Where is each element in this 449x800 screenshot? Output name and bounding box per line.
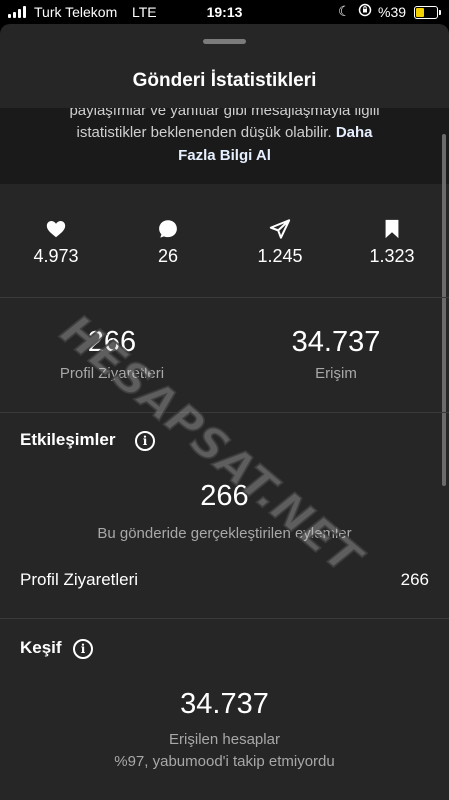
discovery-title: Keşif (20, 638, 62, 657)
profile-visits-label: Profil Ziyaretleri (59, 365, 165, 382)
interactions-title: Etkileşimler (20, 430, 116, 449)
insights-notice: paylaşımlar ve yanıtlar gibi mesajlaşmay… (0, 108, 449, 184)
learn-more-link[interactable]: Daha (336, 124, 373, 141)
share-icon (269, 219, 291, 239)
discovery-note: %97, yabumood'i takip etmiyordu (114, 753, 335, 770)
interactions-row-label: Profil Ziyaretleri (20, 570, 139, 589)
sheet-drag-handle[interactable] (203, 39, 246, 44)
notice-text-line1: paylaşımlar ve yanıtlar gibi mesajlaşmay… (69, 108, 380, 119)
status-bar: Turk Telekom LTE 19:13 ☾ %39 (0, 0, 449, 24)
saves-metric: 1.323 (342, 218, 442, 267)
interactions-row-value: 266 (400, 570, 429, 589)
interactions-value: 266 (200, 480, 249, 512)
sheet-title: Gönderi İstatistikleri (132, 70, 317, 91)
rotation-lock-icon (358, 3, 372, 20)
info-icon[interactable]: i (73, 639, 93, 659)
divider (0, 297, 449, 298)
scrollbar[interactable] (442, 134, 446, 486)
saves-count: 1.323 (369, 246, 415, 266)
divider (0, 412, 449, 413)
shares-count: 1.245 (257, 246, 303, 266)
likes-count: 4.973 (33, 246, 79, 266)
post-insights-sheet: Gönderi İstatistikleri paylaşımlar ve ya… (0, 24, 449, 800)
comments-count: 26 (157, 246, 179, 266)
discovery-subtitle: Erişilen hesaplar (169, 731, 280, 748)
comments-metric: 26 (118, 218, 218, 267)
battery-icon (414, 6, 441, 19)
info-icon[interactable]: i (135, 431, 155, 451)
profile-visits-summary: 266 Profil Ziyaretleri (12, 326, 212, 382)
bookmark-icon (385, 219, 399, 239)
discovery-value: 34.737 (180, 688, 269, 720)
notice-text-line2: istatistikler beklenenden düşük olabilir… (76, 124, 332, 141)
divider (0, 618, 449, 619)
comment-icon (159, 220, 177, 238)
shares-metric: 1.245 (230, 218, 330, 267)
learn-more-link-continued[interactable]: Fazla Bilgi Al (178, 147, 271, 164)
reach-label: Erişim (315, 365, 357, 382)
likes-metric: 4.973 (6, 218, 106, 267)
battery-fill (416, 8, 424, 17)
do-not-disturb-icon: ☾ (338, 3, 351, 19)
interactions-subtitle: Bu gönderide gerçekleştirilen eylemler (97, 525, 352, 542)
reach-summary: 34.737 Erişim (236, 326, 436, 382)
battery-percent: %39 (378, 4, 407, 20)
profile-visits-value: 266 (87, 326, 137, 358)
reach-value: 34.737 (291, 326, 381, 358)
heart-icon (46, 221, 66, 238)
